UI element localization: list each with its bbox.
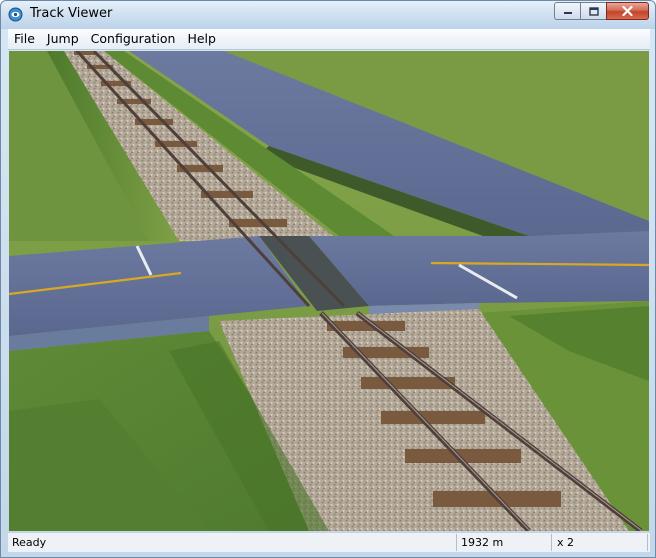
maximize-button[interactable]	[580, 2, 606, 20]
menu-configuration[interactable]: Configuration	[85, 29, 182, 49]
app-window: Track Viewer File Jump Configuration Hel…	[0, 0, 656, 558]
minimize-icon	[563, 12, 572, 14]
status-text: Ready	[12, 536, 47, 549]
menu-bar: File Jump Configuration Help	[8, 29, 650, 50]
cross-road-right	[309, 231, 649, 306]
menu-jump[interactable]: Jump	[41, 29, 85, 49]
close-button[interactable]	[606, 2, 649, 20]
maximize-icon	[588, 6, 599, 16]
distance-readout: 1932 m	[456, 534, 552, 551]
track-scene	[9, 51, 649, 531]
menu-file[interactable]: File	[8, 29, 41, 49]
menu-help[interactable]: Help	[181, 29, 222, 49]
minimize-button[interactable]	[554, 2, 580, 20]
window-controls	[554, 2, 649, 20]
app-icon[interactable]	[8, 7, 23, 22]
window-title: Track Viewer	[30, 6, 113, 21]
close-icon	[622, 6, 633, 16]
title-bar[interactable]: Track Viewer	[1, 1, 655, 29]
3d-viewport[interactable]	[9, 51, 649, 531]
speed-readout: x 2	[553, 534, 648, 551]
status-bar: Ready 1932 m x 2	[8, 532, 650, 552]
